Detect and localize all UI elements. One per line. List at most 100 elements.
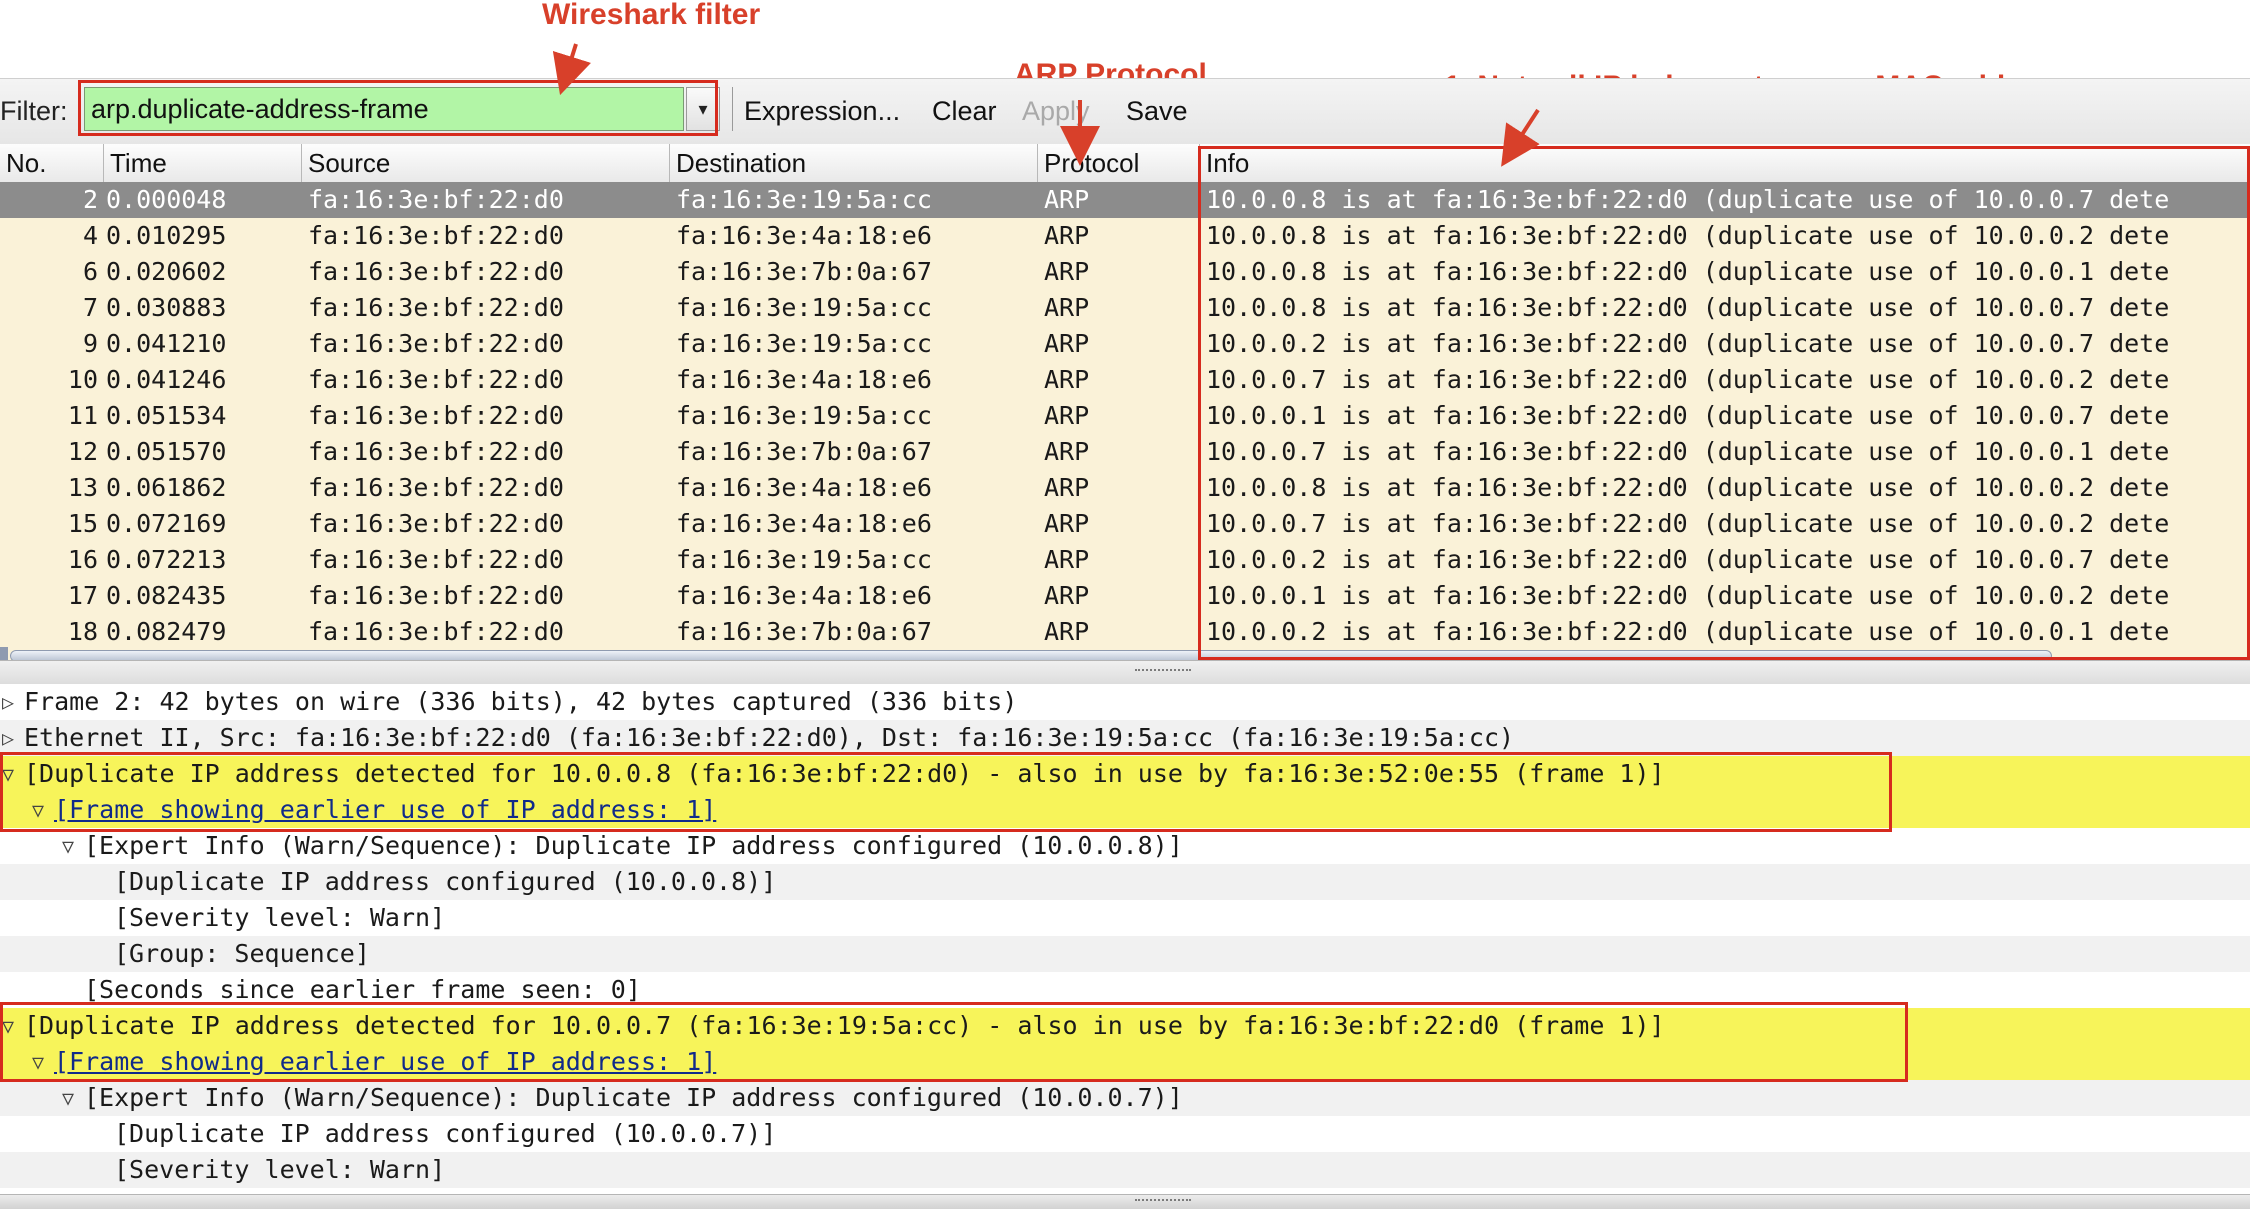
table-row[interactable]: 10 0.041246 fa:16:3e:bf:22:d0 fa:16:3e:4a:1… (0, 362, 2250, 398)
cell-protocol: ARP (1044, 617, 1090, 646)
column-header-destination[interactable]: Destination (670, 144, 1038, 182)
tree-item[interactable]: [Severity level: Warn] (0, 1152, 2250, 1188)
cell-no: 4 (82, 221, 98, 250)
annotation-wireshark-filter: Wireshark filter (542, 0, 761, 31)
cell-source: fa:16:3e:bf:22:d0 (308, 581, 564, 610)
tree-item-label: [Severity level: Warn] (114, 1155, 446, 1184)
cell-source: fa:16:3e:bf:22:d0 (308, 329, 564, 358)
scroll-left-arrow[interactable] (0, 647, 8, 660)
expand-triangle-icon[interactable]: ▽ (32, 1044, 44, 1080)
packet-details-tree: ▷ Frame 2: 42 bytes on wire (336 bits), 4… (0, 684, 2250, 1194)
expand-triangle-icon[interactable]: ▽ (32, 792, 44, 828)
cell-info: 10.0.0.8 is at fa:16:3e:bf:22:d0 (duplic… (1206, 185, 2170, 214)
pane-splitter-bottom[interactable] (0, 1194, 2250, 1209)
table-row[interactable]: 9 0.041210 fa:16:3e:bf:22:d0 fa:16:3e:19:5a… (0, 326, 2250, 362)
tree-item[interactable]: ▽ [Frame showing earlier use of IP addres… (0, 1044, 2250, 1080)
tree-item[interactable]: [Group: Sequence] (0, 936, 2250, 972)
filter-dropdown-button[interactable]: ▾ (686, 87, 720, 131)
expand-triangle-icon[interactable]: ▽ (2, 756, 14, 792)
expression-button[interactable]: Expression... (744, 96, 900, 127)
column-header-protocol[interactable]: Protocol (1038, 144, 1200, 182)
cell-destination: fa:16:3e:19:5a:cc (676, 401, 932, 430)
tree-item[interactable]: ▷ Ethernet II, Src: fa:16:3e:bf:22:d0 (fa… (0, 720, 2250, 756)
column-header-no[interactable]: No. (0, 144, 104, 182)
tree-item[interactable]: [Duplicate IP address configured (10.0.0… (0, 864, 2250, 900)
table-row[interactable]: 13 0.061862 fa:16:3e:bf:22:d0 fa:16:3e:4a:1… (0, 470, 2250, 506)
tree-item[interactable]: [Severity level: Warn] (0, 900, 2250, 936)
tree-item[interactable]: ▽ [Duplicate IP address detected for 10.0… (0, 1008, 2250, 1044)
cell-source: fa:16:3e:bf:22:d0 (308, 617, 564, 646)
column-header-source[interactable]: Source (302, 144, 670, 182)
table-row[interactable]: 2 0.000048 fa:16:3e:bf:22:d0 fa:16:3e:19:5a… (0, 182, 2250, 218)
table-row[interactable]: 15 0.072169 fa:16:3e:bf:22:d0 fa:16:3e:4a:1… (0, 506, 2250, 542)
cell-protocol: ARP (1044, 581, 1090, 610)
tree-item[interactable]: [Seconds since earlier frame seen: 0] (0, 972, 2250, 1008)
cell-source: fa:16:3e:bf:22:d0 (308, 509, 564, 538)
cell-info: 10.0.0.1 is at fa:16:3e:bf:22:d0 (duplic… (1206, 401, 2170, 430)
cell-destination: fa:16:3e:4a:18:e6 (676, 509, 932, 538)
filter-input[interactable]: arp.duplicate-address-frame (84, 87, 684, 131)
apply-button[interactable]: Apply (1022, 96, 1090, 127)
horizontal-scrollbar[interactable] (10, 650, 2052, 660)
tree-item-link[interactable]: [Frame showing earlier use of IP address… (54, 1044, 716, 1080)
pane-splitter[interactable] (0, 660, 2250, 686)
tree-item-label: [Expert Info (Warn/Sequence): Duplicate … (84, 1083, 1183, 1112)
cell-source: fa:16:3e:bf:22:d0 (308, 365, 564, 394)
grip-icon (1135, 669, 1191, 675)
table-row[interactable]: 6 0.020602 fa:16:3e:bf:22:d0 fa:16:3e:7b:0a… (0, 254, 2250, 290)
cell-source: fa:16:3e:bf:22:d0 (308, 221, 564, 250)
cell-no: 9 (82, 329, 98, 358)
collapse-triangle-icon[interactable]: ▷ (2, 720, 14, 756)
cell-protocol: ARP (1044, 473, 1090, 502)
column-header-info[interactable]: Info (1200, 144, 2250, 182)
cell-time: 0.061862 (106, 473, 227, 502)
save-button[interactable]: Save (1126, 96, 1188, 127)
cell-destination: fa:16:3e:7b:0a:67 (676, 437, 932, 466)
cell-source: fa:16:3e:bf:22:d0 (308, 545, 564, 574)
cell-protocol: ARP (1044, 221, 1090, 250)
cell-info: 10.0.0.2 is at fa:16:3e:bf:22:d0 (duplic… (1206, 617, 2170, 646)
cell-info: 10.0.0.2 is at fa:16:3e:bf:22:d0 (duplic… (1206, 545, 2170, 574)
cell-time: 0.082479 (106, 617, 227, 646)
cell-protocol: ARP (1044, 437, 1090, 466)
cell-time: 0.082435 (106, 581, 227, 610)
table-row[interactable]: 4 0.010295 fa:16:3e:bf:22:d0 fa:16:3e:4a:18… (0, 218, 2250, 254)
tree-item[interactable]: [Duplicate IP address configured (10.0.0… (0, 1116, 2250, 1152)
expand-triangle-icon[interactable]: ▽ (2, 1008, 14, 1044)
tree-item-label: [Severity level: Warn] (114, 903, 446, 932)
table-row[interactable]: 18 0.082479 fa:16:3e:bf:22:d0 fa:16:3e:7b:0… (0, 614, 2250, 650)
cell-info: 10.0.0.1 is at fa:16:3e:bf:22:d0 (duplic… (1206, 581, 2170, 610)
cell-protocol: ARP (1044, 329, 1090, 358)
cell-destination: fa:16:3e:7b:0a:67 (676, 617, 932, 646)
table-row[interactable]: 7 0.030883 fa:16:3e:bf:22:d0 fa:16:3e:19:5a… (0, 290, 2250, 326)
cell-info: 10.0.0.7 is at fa:16:3e:bf:22:d0 (duplic… (1206, 509, 2170, 538)
cell-destination: fa:16:3e:4a:18:e6 (676, 365, 932, 394)
table-row[interactable]: 12 0.051570 fa:16:3e:bf:22:d0 fa:16:3e:7b:0… (0, 434, 2250, 470)
cell-destination: fa:16:3e:4a:18:e6 (676, 473, 932, 502)
filter-label: Filter: (0, 96, 68, 126)
expand-triangle-icon[interactable]: ▽ (62, 828, 74, 864)
cell-destination: fa:16:3e:19:5a:cc (676, 545, 932, 574)
tree-item[interactable]: ▽ [Expert Info (Warn/Sequence): Duplicate… (0, 828, 2250, 864)
tree-item-label: Frame 2: 42 bytes on wire (336 bits), 42… (24, 687, 1018, 716)
clear-button[interactable]: Clear (932, 96, 997, 127)
collapse-triangle-icon[interactable]: ▷ (2, 684, 14, 720)
tree-item[interactable]: ▽ [Frame showing earlier use of IP addres… (0, 792, 2250, 828)
cell-source: fa:16:3e:bf:22:d0 (308, 257, 564, 286)
tree-item[interactable]: ▽ [Expert Info (Warn/Sequence): Duplicate… (0, 1080, 2250, 1116)
table-row[interactable]: 17 0.082435 fa:16:3e:bf:22:d0 fa:16:3e:4a:1… (0, 578, 2250, 614)
cell-destination: fa:16:3e:7b:0a:67 (676, 257, 932, 286)
cell-source: fa:16:3e:bf:22:d0 (308, 401, 564, 430)
cell-destination: fa:16:3e:19:5a:cc (676, 293, 932, 322)
tree-item-label: [Duplicate IP address detected for 10.0.… (24, 759, 1665, 788)
table-row[interactable]: 11 0.051534 fa:16:3e:bf:22:d0 fa:16:3e:19:5… (0, 398, 2250, 434)
expand-triangle-icon[interactable]: ▽ (62, 1080, 74, 1116)
tree-item-link[interactable]: [Frame showing earlier use of IP address… (54, 792, 716, 828)
column-header-time[interactable]: Time (104, 144, 302, 182)
table-row[interactable]: 16 0.072213 fa:16:3e:bf:22:d0 fa:16:3e:19:5… (0, 542, 2250, 578)
tree-item[interactable]: ▽ [Duplicate IP address detected for 10.0… (0, 756, 2250, 792)
tree-item[interactable]: ▷ Frame 2: 42 bytes on wire (336 bits), 4… (0, 684, 2250, 720)
cell-info: 10.0.0.2 is at fa:16:3e:bf:22:d0 (duplic… (1206, 329, 2170, 358)
chevron-down-icon: ▾ (698, 99, 708, 119)
cell-time: 0.072169 (106, 509, 227, 538)
